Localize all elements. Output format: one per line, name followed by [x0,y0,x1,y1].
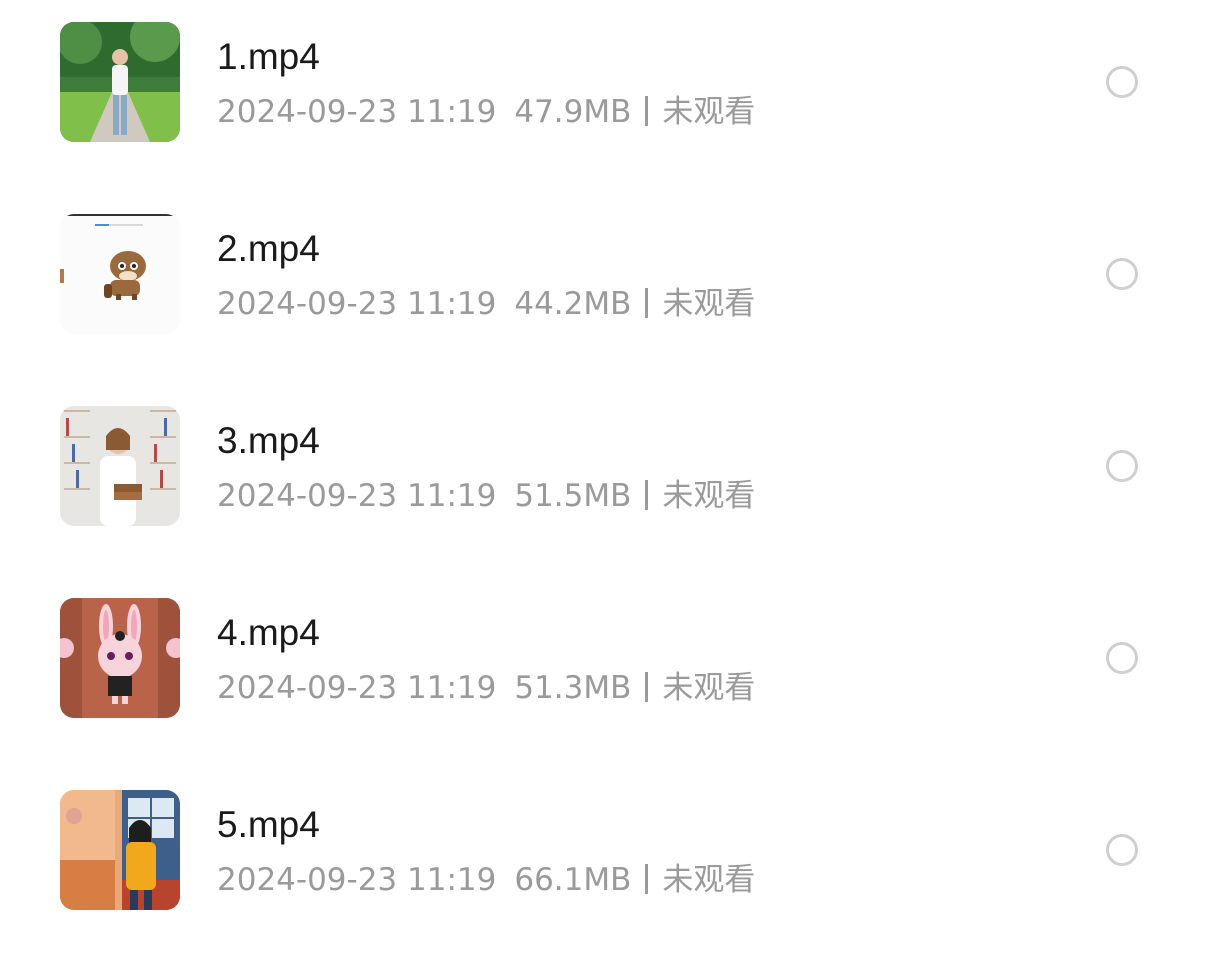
file-size: 47.9MB [514,94,632,130]
file-meta: 2024-09-23 11:19 44.2MB 未观看 [217,284,755,324]
file-date: 2024-09-23 11:19 [217,862,497,898]
file-meta: 2024-09-23 11:19 51.3MB 未观看 [217,668,755,708]
woman-bookshelf-thumbnail-icon [60,406,180,526]
file-meta: 2024-09-23 11:19 47.9MB 未观看 [217,92,755,132]
file-meta: 2024-09-23 11:19 66.1MB 未观看 [217,860,755,900]
file-row[interactable]: 2.mp4 2024-09-23 11:19 44.2MB 未观看 [0,192,1220,384]
select-radio-button[interactable] [1106,834,1138,866]
video-thumbnail[interactable] [60,598,180,718]
file-name: 3.mp4 [217,420,320,461]
watch-status: 未观看 [662,286,756,322]
meta-divider [645,864,649,894]
watch-status: 未观看 [662,862,756,898]
file-size: 66.1MB [514,862,632,898]
file-row[interactable]: 5.mp4 2024-09-23 11:19 66.1MB 未观看 [0,768,1220,960]
video-thumbnail[interactable] [60,22,180,142]
file-row[interactable]: 3.mp4 2024-09-23 11:19 51.5MB 未观看 [0,384,1220,576]
file-name: 4.mp4 [217,612,320,653]
file-size: 44.2MB [514,286,632,322]
file-name: 2.mp4 [217,228,320,269]
select-radio-button[interactable] [1106,258,1138,290]
file-name: 5.mp4 [217,804,320,845]
file-date: 2024-09-23 11:19 [217,286,497,322]
meta-divider [645,480,649,510]
file-meta: 2024-09-23 11:19 51.5MB 未观看 [217,476,755,516]
file-size: 51.5MB [514,478,632,514]
file-size: 51.3MB [514,670,632,706]
cartoon-horse-thumbnail-icon [60,214,180,334]
file-row[interactable]: 1.mp4 2024-09-23 11:19 47.9MB 未观看 [0,0,1220,192]
watch-status: 未观看 [662,670,756,706]
watch-status: 未观看 [662,478,756,514]
file-date: 2024-09-23 11:19 [217,478,497,514]
file-date: 2024-09-23 11:19 [217,670,497,706]
woman-in-park-thumbnail-icon [60,22,180,142]
girl-yellow-shirt-thumbnail-icon [60,790,180,910]
video-file-list: 1.mp4 2024-09-23 11:19 47.9MB 未观看 2.mp4 … [0,0,1220,970]
watch-status: 未观看 [662,94,756,130]
file-date: 2024-09-23 11:19 [217,94,497,130]
select-radio-button[interactable] [1106,66,1138,98]
file-name: 1.mp4 [217,36,320,77]
video-thumbnail[interactable] [60,214,180,334]
video-thumbnail[interactable] [60,406,180,526]
video-thumbnail[interactable] [60,790,180,910]
select-radio-button[interactable] [1106,450,1138,482]
select-radio-button[interactable] [1106,642,1138,674]
meta-divider [645,96,649,126]
cartoon-bunny-thumbnail-icon [60,598,180,718]
file-row[interactable]: 4.mp4 2024-09-23 11:19 51.3MB 未观看 [0,576,1220,768]
meta-divider [645,672,649,702]
meta-divider [645,288,649,318]
